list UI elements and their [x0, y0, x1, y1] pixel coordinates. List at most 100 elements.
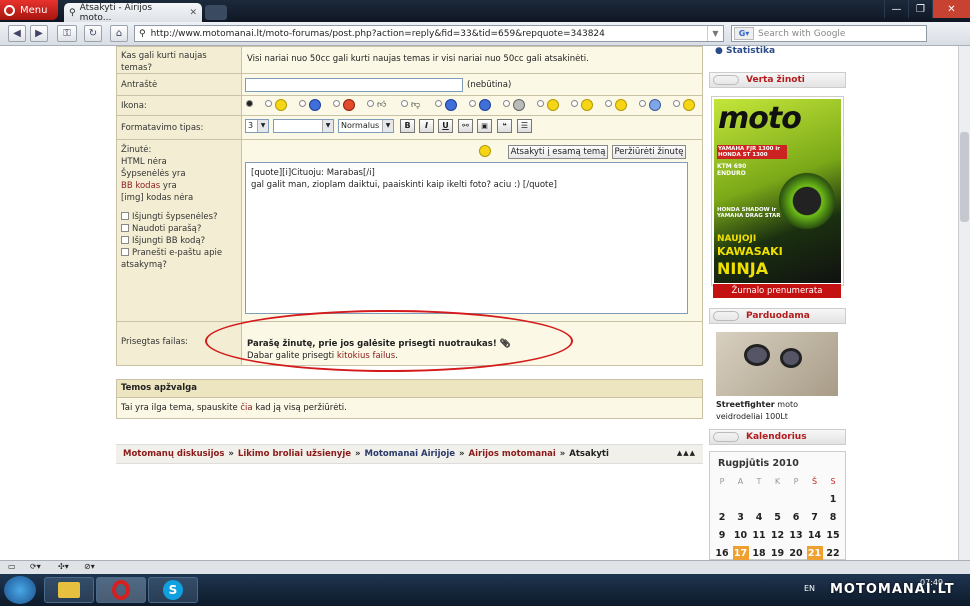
close-window-icon[interactable]: ✕ [932, 0, 970, 18]
browser-tab-active[interactable]: ⚲ Atsakyti - Airijos moto... ✕ [64, 3, 202, 23]
block-icon[interactable]: ⊘▾ [84, 562, 95, 571]
breadcrumb-link[interactable]: Motomanų diskusijos [123, 449, 224, 459]
underline-button[interactable]: U [438, 119, 453, 133]
calendar-day[interactable]: 11 [751, 528, 767, 543]
list-icon[interactable]: ☰ [517, 119, 532, 133]
calendar-day[interactable]: 1 [825, 492, 841, 507]
calendar-day[interactable]: 16 [714, 546, 730, 560]
icon-radio[interactable] [537, 100, 544, 107]
address-dropdown-icon[interactable]: ▼ [707, 26, 723, 41]
icon-radio[interactable] [469, 100, 476, 107]
bold-button[interactable]: B [400, 119, 415, 133]
calendar-day[interactable]: 10 [733, 528, 749, 543]
tab-close-icon[interactable]: ✕ [189, 8, 197, 18]
icon-radio[interactable] [435, 100, 442, 107]
vertical-scrollbar[interactable] [958, 46, 970, 560]
icon-radio[interactable] [503, 100, 510, 107]
sale-item-text[interactable]: Streetfighter moto veidrodeliai 100Lt [716, 399, 842, 423]
font-face-select[interactable]: ▼ [273, 119, 334, 133]
subscribe-button[interactable]: Žurnalo prenumerata [713, 284, 841, 298]
statistika-link[interactable]: ● Statistika [715, 46, 775, 56]
icon-radio[interactable] [571, 100, 578, 107]
option-email-notify[interactable]: Pranešti e-paštu apie atsakymą? [121, 247, 237, 271]
calendar-day[interactable]: 17 [732, 546, 749, 560]
sync-icon[interactable]: ⟳▾ [30, 562, 41, 571]
language-indicator[interactable]: EN [804, 584, 815, 593]
new-tab-button[interactable] [205, 5, 227, 20]
home-icon[interactable]: ⌂ [110, 25, 128, 42]
panel-toggle-icon[interactable]: ▭ [8, 562, 16, 571]
calendar-day[interactable]: 21 [806, 546, 823, 560]
google-search-icon[interactable]: G▾ [734, 27, 754, 40]
icon-radio[interactable] [265, 100, 272, 107]
minimize-icon[interactable]: — [884, 0, 908, 18]
maximize-icon[interactable]: ❐ [908, 0, 932, 18]
calendar-day[interactable]: 14 [807, 528, 823, 543]
icon-radio[interactable] [367, 100, 374, 107]
review-here-link[interactable]: čia [240, 403, 252, 413]
forward-icon[interactable]: ▶ [30, 25, 48, 42]
calendar-day[interactable]: 19 [770, 546, 786, 560]
calendar-day[interactable]: 9 [714, 528, 730, 543]
calendar-day[interactable]: 5 [770, 510, 786, 525]
message-textarea[interactable] [245, 162, 688, 314]
checkbox[interactable] [121, 236, 129, 244]
start-button[interactable] [4, 576, 36, 604]
option-disable-smilies[interactable]: Išjungti šypsenėles? [121, 211, 237, 223]
font-size-select[interactable]: 3 ▼ [245, 119, 269, 133]
sale-item-image[interactable] [716, 332, 838, 396]
turbo-icon[interactable]: ✣▾ [58, 562, 69, 571]
calendar-day[interactable]: 15 [825, 528, 841, 543]
breadcrumb-link[interactable]: Airijos motomanai [469, 449, 556, 459]
calendar-day[interactable]: 13 [788, 528, 804, 543]
checkbox[interactable] [121, 212, 129, 220]
calendar-day[interactable]: 4 [751, 510, 767, 525]
search-box[interactable]: G▾ Search with Google [731, 25, 927, 42]
calendar-day[interactable]: 8 [825, 510, 841, 525]
address-bar[interactable]: ⚲ http://www.motomanai.lt/moto-forumas/p… [134, 25, 724, 42]
checkbox[interactable] [121, 248, 129, 256]
calendar-day[interactable]: 20 [788, 546, 804, 560]
calendar-day[interactable]: 3 [733, 510, 749, 525]
font-style-select[interactable]: Normalus ▼ [338, 119, 394, 133]
skype-taskbar-icon[interactable]: S [148, 577, 198, 603]
bbcode-link[interactable]: BB kodas [121, 181, 160, 191]
subject-input[interactable] [245, 78, 463, 92]
icon-radio[interactable] [639, 100, 646, 107]
icon-radio-none[interactable] [246, 100, 253, 107]
image-icon[interactable]: ▣ [477, 119, 492, 133]
quote-reply-button[interactable]: Atsakyti į esamą temą [508, 145, 608, 159]
icon-radio[interactable] [401, 100, 408, 107]
breadcrumb-link[interactable]: Likimo broliai užsienyje [238, 449, 351, 459]
smiley-picker-icon[interactable] [479, 145, 491, 157]
icon-radio[interactable] [333, 100, 340, 107]
back-icon[interactable]: ◀ [8, 25, 26, 42]
icon-radio[interactable] [299, 100, 306, 107]
preview-button[interactable]: Peržiūrėti žinutę [612, 145, 686, 159]
smiley-icon [275, 99, 287, 111]
scroll-top-icon[interactable]: ▲▲▲ [677, 449, 696, 459]
quote-icon[interactable]: ❝ [497, 119, 512, 133]
breadcrumb-link[interactable]: Motomanai Airijoje [365, 449, 455, 459]
opera-taskbar-icon[interactable] [96, 577, 146, 603]
icon-radio[interactable] [605, 100, 612, 107]
link-icon[interactable]: ⚯ [458, 119, 473, 133]
italic-button[interactable]: I [419, 119, 434, 133]
calendar-day[interactable]: 22 [825, 546, 841, 560]
explorer-taskbar-icon[interactable] [44, 577, 94, 603]
calendar-day[interactable]: 2 [714, 510, 730, 525]
calendar-day[interactable]: 18 [751, 546, 767, 560]
scrollbar-thumb[interactable] [960, 132, 969, 222]
icon-radio[interactable] [673, 100, 680, 107]
option-disable-bbcode[interactable]: Išjungti BB kodą? [121, 235, 237, 247]
key-icon[interactable]: ⚿ [57, 25, 77, 42]
opera-menu-button[interactable]: Menu [0, 0, 58, 20]
checkbox[interactable] [121, 224, 129, 232]
option-use-signature[interactable]: Naudoti parašą? [121, 223, 237, 235]
magazine-ad[interactable]: moto YAMAHA FJR 1300 ir HONDA ST 1300 KT… [711, 96, 844, 286]
calendar-day[interactable]: 6 [788, 510, 804, 525]
chevron-down-icon: ▼ [382, 120, 393, 132]
calendar-day[interactable]: 7 [807, 510, 823, 525]
calendar-day[interactable]: 12 [770, 528, 786, 543]
reload-icon[interactable]: ↻ [84, 25, 102, 42]
